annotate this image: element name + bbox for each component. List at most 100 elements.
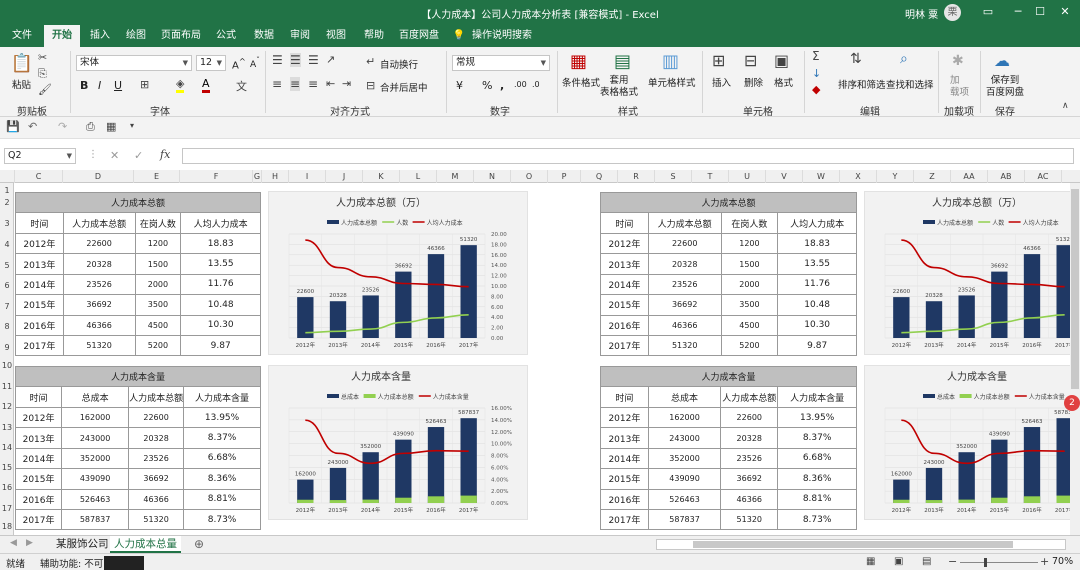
tab-help[interactable]: 帮助 bbox=[358, 25, 390, 47]
indent-increase-icon[interactable]: ⇥ bbox=[342, 77, 351, 90]
tab-baidu-netdisk[interactable]: 百度网盘 bbox=[396, 25, 442, 47]
formula-input[interactable] bbox=[182, 148, 1074, 164]
table-title[interactable]: 人力成本含量 bbox=[15, 366, 261, 387]
row-header-1[interactable]: 1 bbox=[0, 186, 14, 195]
save-icon[interactable]: 💾 bbox=[6, 120, 20, 133]
table-cell[interactable]: 8.81% bbox=[183, 488, 261, 510]
table-cell[interactable]: 23526 bbox=[647, 273, 722, 296]
column-header-cell[interactable]: 人力成本含量 bbox=[777, 386, 857, 408]
table-cell[interactable]: 526463 bbox=[647, 488, 722, 510]
table-cell[interactable]: 243000 bbox=[61, 427, 130, 449]
horizontal-scrollbar[interactable] bbox=[656, 539, 1066, 550]
column-header-ac[interactable]: AC bbox=[1025, 170, 1062, 183]
column-header-v[interactable]: V bbox=[766, 170, 803, 183]
merge-icon[interactable]: ⊟ bbox=[366, 79, 375, 92]
table-cell[interactable]: 2013年 bbox=[15, 253, 64, 275]
table-cell[interactable]: 2017年 bbox=[600, 508, 649, 531]
format-as-table-button[interactable]: 套用 表格格式 bbox=[600, 75, 638, 99]
zoom-level[interactable]: 70% bbox=[1052, 556, 1073, 567]
table-cell[interactable]: 2012年 bbox=[15, 232, 64, 255]
table-title[interactable]: 人力成本总额 bbox=[15, 192, 261, 213]
row-header-12[interactable]: 12 bbox=[0, 402, 14, 411]
table-cell[interactable]: 10.48 bbox=[777, 294, 857, 316]
cell-styles-button[interactable]: 单元格样式 bbox=[648, 75, 696, 89]
table-cell[interactable]: 13.55 bbox=[180, 253, 261, 275]
row-header-18[interactable]: 18 bbox=[0, 522, 14, 531]
row-header-15[interactable]: 15 bbox=[0, 463, 14, 472]
column-header-i[interactable]: I bbox=[289, 170, 326, 183]
table-cell[interactable]: 51320 bbox=[128, 508, 185, 531]
accessibility-status[interactable]: 辅助功能: 不可 bbox=[40, 556, 103, 570]
close-icon[interactable]: ✕ bbox=[1055, 3, 1075, 21]
tell-me-search[interactable]: 操作说明搜索 bbox=[470, 25, 534, 47]
conditional-format-button[interactable]: 条件格式 bbox=[562, 75, 600, 89]
conditional-format-icon[interactable]: ▦ bbox=[570, 51, 587, 72]
column-header-l[interactable]: L bbox=[400, 170, 437, 183]
format-painter-icon[interactable]: 🖌 bbox=[38, 83, 52, 96]
column-header-o[interactable]: O bbox=[511, 170, 548, 183]
align-bottom-icon[interactable]: ☰ bbox=[308, 53, 319, 67]
table-cell[interactable]: 23526 bbox=[62, 273, 136, 296]
table-cell[interactable]: 2016年 bbox=[600, 314, 649, 336]
decrease-font-icon[interactable]: Aˇ bbox=[250, 56, 260, 70]
row-header-13[interactable]: 13 bbox=[0, 423, 14, 432]
table-cell[interactable]: 51320 bbox=[647, 334, 722, 357]
zoom-slider[interactable] bbox=[960, 558, 1038, 567]
vertical-scrollbar[interactable]: 2 bbox=[1064, 183, 1080, 535]
table-cell[interactable]: 2015年 bbox=[600, 294, 649, 316]
table-cell[interactable]: 587837 bbox=[61, 508, 130, 531]
table-cell[interactable]: 162000 bbox=[647, 406, 722, 429]
table-cell[interactable]: 2014年 bbox=[600, 273, 649, 296]
font-color-icon[interactable]: A bbox=[202, 77, 210, 93]
row-header-8[interactable]: 8 bbox=[0, 322, 14, 331]
column-header-c[interactable]: C bbox=[15, 170, 63, 183]
table-cell[interactable]: 352000 bbox=[647, 447, 722, 470]
table-cell[interactable]: 2014年 bbox=[600, 447, 649, 470]
table-cell[interactable]: 23526 bbox=[720, 447, 779, 470]
clear-icon[interactable]: ◆ bbox=[812, 83, 820, 96]
column-header-f[interactable]: F bbox=[180, 170, 253, 183]
column-header-g[interactable]: G bbox=[253, 170, 262, 183]
scroll-thumb[interactable] bbox=[1071, 189, 1079, 389]
align-center-icon[interactable]: ≡ bbox=[290, 77, 301, 91]
tab-home[interactable]: 开始 bbox=[44, 25, 80, 47]
table-cell[interactable]: 162000 bbox=[61, 406, 130, 429]
column-header-q[interactable]: Q bbox=[581, 170, 618, 183]
table-cell[interactable]: 22600 bbox=[62, 232, 136, 255]
page-break-view-icon[interactable]: ▤ bbox=[922, 556, 931, 567]
row-header-9[interactable]: 9 bbox=[0, 343, 14, 352]
row-header-14[interactable]: 14 bbox=[0, 443, 14, 452]
sort-filter-button[interactable]: 排序和筛选 bbox=[838, 77, 886, 91]
table-cell[interactable]: 2015年 bbox=[15, 468, 63, 490]
worksheet-grid[interactable]: 人力成本总额 时间 人力成本总额 在岗人数 人均人力成本 2012年 22600 1200 18… bbox=[15, 183, 1070, 535]
table-cell[interactable]: 20328 bbox=[647, 253, 722, 275]
table-cell[interactable]: 36692 bbox=[128, 468, 185, 490]
table-cell[interactable]: 8.36% bbox=[183, 468, 261, 490]
currency-icon[interactable]: ¥ bbox=[456, 79, 463, 92]
table-cell[interactable]: 8.73% bbox=[777, 508, 857, 531]
table-cell[interactable]: 2016年 bbox=[15, 488, 63, 510]
table-cell[interactable]: 526463 bbox=[61, 488, 130, 510]
table-cell[interactable]: 1500 bbox=[720, 253, 779, 275]
align-top-icon[interactable]: ☰ bbox=[272, 53, 283, 67]
decrease-decimal-icon[interactable]: .0 bbox=[532, 80, 540, 89]
column-header-aa[interactable]: AA bbox=[951, 170, 988, 183]
delete-cells-icon[interactable]: ⊟ bbox=[744, 51, 757, 70]
labor-cost-total-chart[interactable]: 人力成本总额（万） 人力成本总额 人数 人均人力成本 20.00 18.00 16.00 14… bbox=[268, 191, 528, 355]
table-cell[interactable]: 8.81% bbox=[777, 488, 857, 510]
row-header-11[interactable]: 11 bbox=[0, 382, 14, 391]
column-header-k[interactable]: K bbox=[363, 170, 400, 183]
user-name[interactable]: 明林 粟 bbox=[905, 6, 938, 21]
wrap-text-icon[interactable]: ↵ bbox=[366, 55, 375, 68]
bold-button[interactable]: B bbox=[80, 79, 88, 92]
normal-view-icon[interactable]: ▦ bbox=[866, 556, 875, 567]
table-cell[interactable]: 8.37% bbox=[183, 427, 261, 449]
page-layout-view-icon[interactable]: ▣ bbox=[894, 556, 903, 567]
format-cells-icon[interactable]: ▣ bbox=[774, 51, 789, 70]
cell-styles-icon[interactable]: ▥ bbox=[662, 51, 679, 72]
maximize-icon[interactable]: ☐ bbox=[1030, 3, 1050, 21]
tab-data[interactable]: 数据 bbox=[248, 25, 280, 47]
collapse-ribbon-icon[interactable]: ∧ bbox=[1062, 101, 1069, 111]
underline-button[interactable]: U bbox=[114, 79, 122, 92]
column-header-u[interactable]: U bbox=[729, 170, 766, 183]
